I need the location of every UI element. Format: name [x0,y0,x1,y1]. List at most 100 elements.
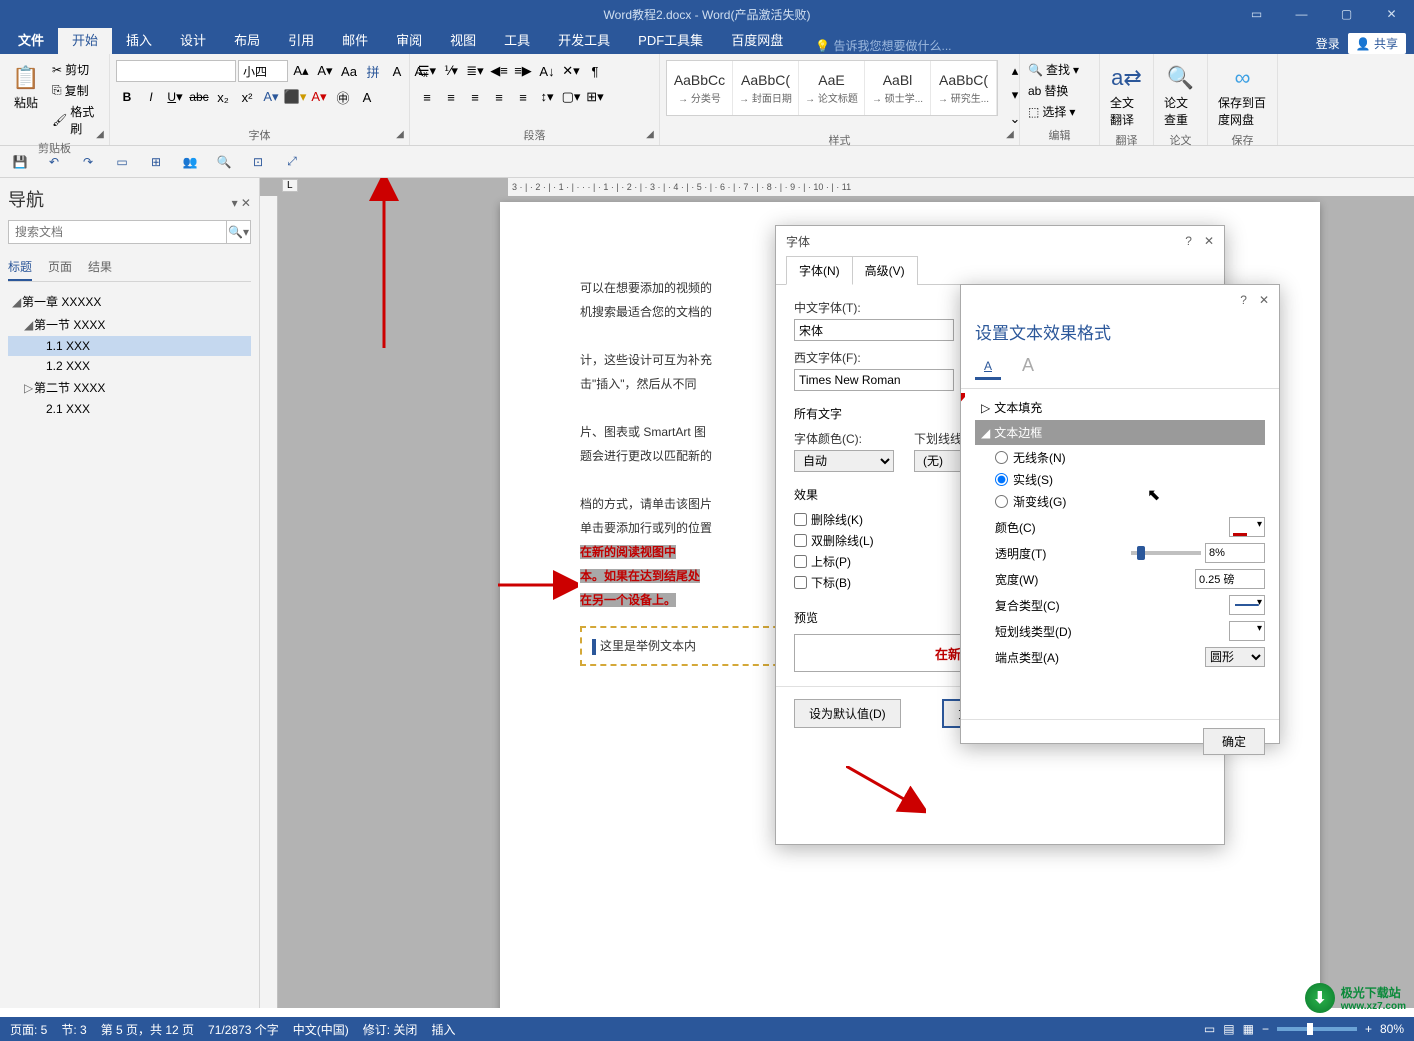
font-tab-advanced[interactable]: 高级(V) [852,256,918,285]
cut-button[interactable]: ✂ 剪切 [50,60,103,79]
bullets-icon[interactable]: ☰▾ [416,60,438,82]
solid-line-radio[interactable]: 实线(S) [995,471,1265,488]
style-item[interactable]: AaBbC(→ 研究生... [931,61,997,115]
view-read-icon[interactable]: ▭ [1204,1022,1215,1036]
zoom-in-icon[interactable]: + [1365,1022,1372,1036]
view-web-icon[interactable]: ▦ [1243,1022,1254,1036]
strike-icon[interactable]: abc [188,86,210,108]
status-insert[interactable]: 插入 [431,1021,455,1038]
numbering-icon[interactable]: ⅟▾ [440,60,462,82]
save-baidu-button[interactable]: ∞保存到百度网盘 [1214,60,1271,130]
horizontal-ruler[interactable]: L 3 · | · 2 · | · 1 · | · · · | · 1 · | … [278,178,1414,196]
close-icon[interactable]: ✕ [1369,0,1414,28]
gradient-line-radio[interactable]: 渐变线(G) [995,493,1265,510]
nav-close-icon[interactable]: ▾ ✕ [232,196,251,210]
tab-review[interactable]: 审阅 [382,25,436,54]
tree-item[interactable]: 2.1 XXX [8,399,251,419]
translate-button[interactable]: a⇄全文翻译 [1106,60,1147,130]
compound-type-select[interactable] [1229,595,1265,615]
section-text-fill[interactable]: ▷ 文本填充 [975,395,1265,420]
no-line-radio[interactable]: 无线条(N) [995,449,1265,466]
cap-type-select[interactable]: 圆形 [1205,647,1265,667]
effect-close-icon[interactable]: ✕ [1259,293,1269,307]
sort-icon[interactable]: A↓ [536,60,558,82]
effect-help-icon[interactable]: ? [1240,293,1247,307]
tab-pdf[interactable]: PDF工具集 [624,25,717,54]
change-case-icon[interactable]: Aa [338,60,360,82]
search-icon[interactable]: 🔍▾ [226,221,250,243]
tab-view[interactable]: 视图 [436,25,490,54]
align-left-icon[interactable]: ≡ [416,86,438,108]
tab-mailings[interactable]: 邮件 [328,25,382,54]
dash-type-select[interactable] [1229,621,1265,641]
tree-item[interactable]: ◢第一章 XXXXX [8,290,251,313]
nav-tab-pages[interactable]: 页面 [48,254,72,281]
paste-button[interactable]: 📋粘贴 [6,60,46,113]
tellme-search[interactable]: 💡 告诉我您想要做什么... [797,37,951,54]
cn-font-input[interactable] [794,319,954,341]
set-default-button[interactable]: 设为默认值(D) [794,699,901,728]
superscript-icon[interactable]: x² [236,86,258,108]
enclose-char-icon[interactable]: ㊥ [332,86,354,108]
font-color-icon[interactable]: A▾ [308,86,330,108]
nav-tab-headings[interactable]: 标题 [8,254,32,281]
char-shading-icon[interactable]: A [356,86,378,108]
qat-i1-icon[interactable]: ▭ [112,152,132,172]
tab-developer[interactable]: 开发工具 [544,25,624,54]
section-text-outline[interactable]: ◢ 文本边框 [975,420,1265,445]
width-input[interactable] [1195,569,1265,589]
clipboard-launcher-icon[interactable]: ◢ [93,129,107,143]
status-pageof[interactable]: 第 5 页，共 12 页 [101,1021,194,1038]
effect-ok-button[interactable]: 确定 [1203,728,1265,755]
nav-search-input[interactable] [9,221,226,243]
text-effects-tab-icon[interactable]: A [1015,354,1041,380]
char-border-icon[interactable]: A [386,60,408,82]
status-lang[interactable]: 中文(中国) [293,1021,349,1038]
tab-tools[interactable]: 工具 [490,25,544,54]
nav-search[interactable]: 🔍▾ [8,220,251,244]
en-font-input[interactable] [794,369,954,391]
tree-item[interactable]: ▷第二节 XXXX [8,376,251,399]
outline-color-picker[interactable] [1229,517,1265,537]
qat-i3-icon[interactable]: 👥 [180,152,200,172]
cjk-layout-icon[interactable]: ✕▾ [560,60,582,82]
font-dialog-help-icon[interactable]: ? [1185,234,1192,248]
styles-launcher-icon[interactable]: ◢ [1003,129,1017,143]
tree-item[interactable]: ◢第一节 XXXX [8,313,251,336]
vertical-ruler[interactable] [260,196,278,1008]
indent-dec-icon[interactable]: ◀≡ [488,60,510,82]
tab-file[interactable]: 文件 [4,25,58,54]
zoom-out-icon[interactable]: − [1262,1022,1269,1036]
view-print-icon[interactable]: ▤ [1223,1022,1234,1036]
tree-item[interactable]: 1.1 XXX [8,336,251,356]
style-gallery[interactable]: AaBbCc→ 分类号AaBbC(→ 封面日期AaE→ 论文标题AaBl→ 硕士… [666,60,998,116]
tab-design[interactable]: 设计 [166,25,220,54]
login-link[interactable]: 登录 [1316,35,1340,52]
nav-tab-results[interactable]: 结果 [88,254,112,281]
find-button[interactable]: 🔍 查找▾ [1026,60,1081,79]
tree-item[interactable]: 1.2 XXX [8,356,251,376]
transparency-slider[interactable] [1131,551,1201,555]
shrink-font-icon[interactable]: A▾ [314,60,336,82]
status-words[interactable]: 71/2873 个字 [208,1021,279,1038]
italic-icon[interactable]: I [140,86,162,108]
font-dialog-close-icon[interactable]: ✕ [1204,234,1214,248]
ribbon-options-icon[interactable]: ▭ [1234,0,1279,28]
text-effects-icon[interactable]: A▾ [260,86,282,108]
multilevel-icon[interactable]: ≣▾ [464,60,486,82]
style-item[interactable]: AaBbC(→ 封面日期 [733,61,799,115]
maximize-icon[interactable]: ▢ [1324,0,1369,28]
tab-layout[interactable]: 布局 [220,25,274,54]
qat-i4-icon[interactable]: 🔍 [214,152,234,172]
tab-insert[interactable]: 插入 [112,25,166,54]
transparency-input[interactable] [1205,543,1265,563]
copy-button[interactable]: ⎘ 复制 [50,81,103,100]
paragraph-launcher-icon[interactable]: ◢ [643,129,657,143]
underline-icon[interactable]: U▾ [164,86,186,108]
font-size-select[interactable] [238,60,288,82]
minimize-icon[interactable]: — [1279,0,1324,28]
tab-baidu[interactable]: 百度网盘 [717,25,797,54]
font-launcher-icon[interactable]: ◢ [393,129,407,143]
show-marks-icon[interactable]: ¶ [584,60,606,82]
subscript-icon[interactable]: x₂ [212,86,234,108]
